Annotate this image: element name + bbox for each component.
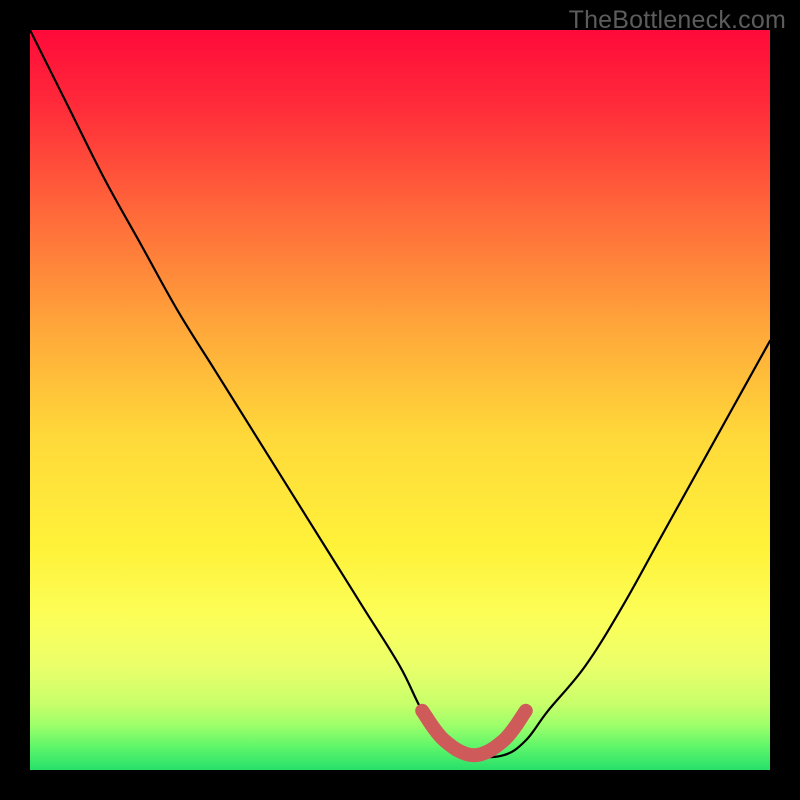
plot-svg	[30, 30, 770, 770]
watermark-text: TheBottleneck.com	[569, 6, 786, 35]
gradient-background	[30, 30, 770, 770]
chart-frame: TheBottleneck.com	[0, 0, 800, 800]
plot-area	[30, 30, 770, 770]
